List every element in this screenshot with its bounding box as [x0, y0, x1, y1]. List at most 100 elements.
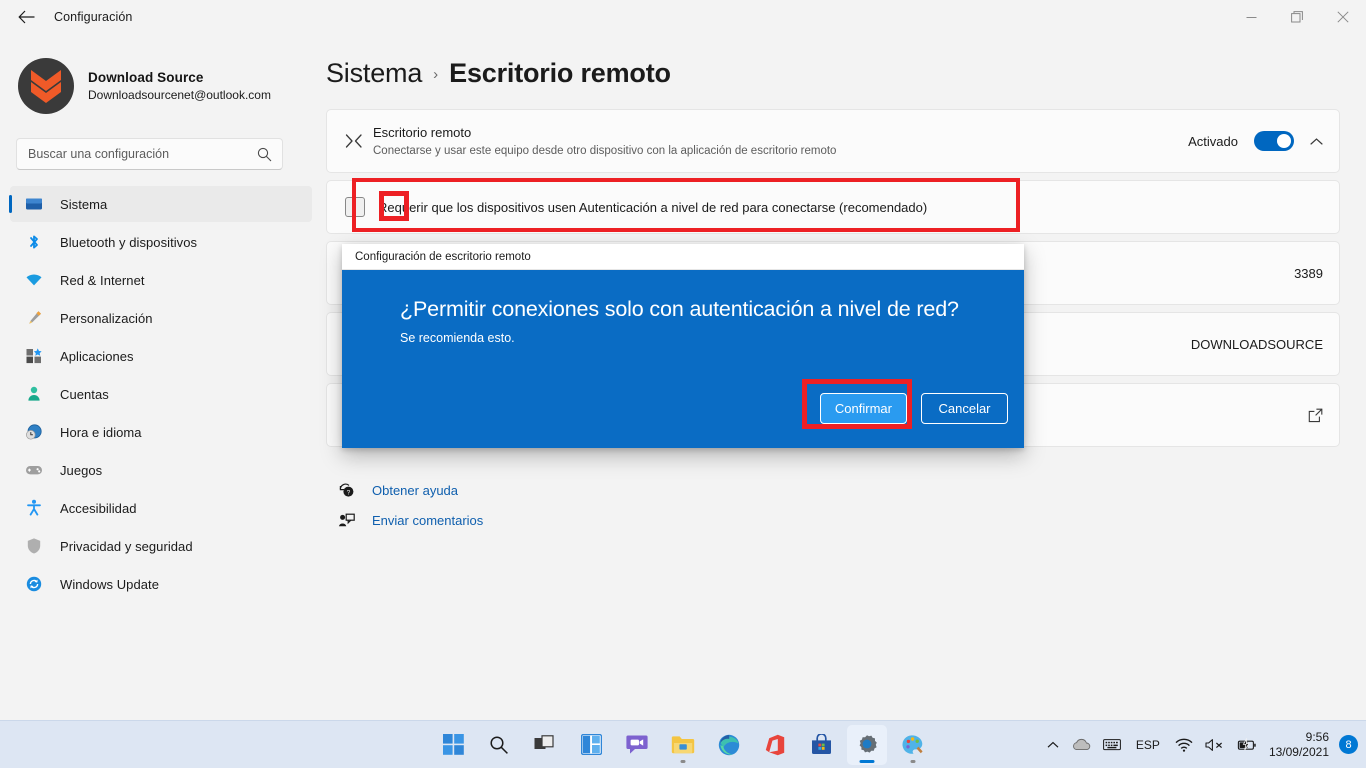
store-icon	[811, 734, 831, 754]
battery-charging-icon	[1237, 737, 1256, 750]
window-controls	[1228, 0, 1366, 34]
bluetooth-icon	[24, 232, 44, 252]
task-view-icon	[534, 734, 554, 749]
taskbar-widgets-button[interactable]	[571, 725, 611, 765]
tray-clock[interactable]: 9:56 13/09/2021	[1263, 730, 1337, 760]
sidebar-item-windows-update[interactable]: Windows Update	[10, 566, 312, 602]
taskbar-items	[433, 724, 933, 765]
sidebar-item-label: Hora e idioma	[60, 424, 142, 440]
sidebar-item-juegos[interactable]: Juegos	[10, 452, 312, 488]
chat-icon	[626, 735, 648, 754]
windows-logo-icon	[442, 734, 464, 755]
notification-badge[interactable]: 8	[1339, 735, 1358, 754]
chevron-up-icon[interactable]	[1310, 137, 1323, 146]
feedback-icon	[334, 512, 358, 529]
dialog-message: Se recomienda esto.	[400, 331, 515, 345]
cancel-button[interactable]: Cancelar	[921, 393, 1008, 424]
sidebar-item-personalizacion[interactable]: Personalización	[10, 300, 312, 336]
tray-keyboard-button[interactable]	[1097, 727, 1127, 763]
monitor-icon	[24, 194, 44, 214]
taskbar-office-button[interactable]	[755, 725, 795, 765]
taskbar-start-button[interactable]	[433, 725, 473, 765]
send-feedback-link[interactable]: Enviar comentarios	[334, 505, 1340, 535]
pc-name-value: DOWNLOADSOURCE	[1190, 336, 1323, 352]
open-external-icon[interactable]	[1308, 408, 1323, 423]
taskbar-edge-button[interactable]	[709, 725, 749, 765]
sidebar-item-red-internet[interactable]: Red & Internet	[10, 262, 312, 298]
widgets-icon	[580, 734, 602, 755]
office-icon	[765, 734, 785, 755]
sidebar-item-label: Windows Update	[60, 576, 159, 592]
profile-name: Download Source	[88, 69, 204, 85]
dialog-body: ¿Permitir conexiones solo con autenticac…	[342, 270, 1024, 448]
close-button[interactable]	[1320, 0, 1366, 34]
system-tray: ESP 9:56 13/09/2021 8	[1040, 721, 1358, 768]
dialog-buttons: Confirmar Cancelar	[819, 393, 1008, 424]
remote-desktop-icon	[343, 132, 373, 150]
search-icon	[490, 735, 508, 754]
window-titlebar: Configuración	[0, 0, 1366, 34]
clock-globe-icon	[24, 422, 44, 442]
taskbar-chat-button[interactable]	[617, 725, 657, 765]
accessibility-icon	[24, 498, 44, 518]
volume-muted-icon	[1205, 738, 1222, 751]
paint-icon	[902, 734, 923, 754]
taskbar-paint-button[interactable]	[893, 725, 933, 765]
dialog-heading: ¿Permitir conexiones solo con autenticac…	[400, 297, 959, 321]
sidebar-item-aplicaciones[interactable]: Aplicaciones	[10, 338, 312, 374]
sidebar-item-sistema[interactable]: Sistema	[9, 186, 312, 222]
running-indicator	[910, 759, 916, 763]
taskbar-search-button[interactable]	[479, 725, 519, 765]
get-help-link[interactable]: ? Obtener ayuda	[334, 475, 1340, 505]
remote-desktop-confirm-dialog: Configuración de escritorio remoto ¿Perm…	[342, 244, 1024, 448]
profile-email: Downloadsourcenet@outlook.com	[88, 87, 271, 102]
remote-desktop-toggle[interactable]	[1254, 131, 1294, 151]
maximize-button[interactable]	[1274, 0, 1320, 34]
tray-wifi-button[interactable]	[1169, 727, 1199, 763]
search-box[interactable]	[16, 138, 283, 170]
nla-checkbox[interactable]	[345, 197, 365, 217]
page-title: Escritorio remoto	[449, 58, 671, 88]
tray-overflow-button[interactable]	[1040, 727, 1066, 763]
wifi-icon	[1175, 738, 1193, 752]
nla-checkbox-label: Requerir que los dispositivos usen Auten…	[378, 199, 928, 215]
breadcrumb-root[interactable]: Sistema	[326, 58, 422, 89]
tray-language-button[interactable]: ESP	[1127, 738, 1169, 752]
sidebar-item-accesibilidad[interactable]: Accesibilidad	[10, 490, 312, 526]
tray-battery-button[interactable]	[1230, 727, 1263, 763]
back-button[interactable]	[7, 2, 45, 32]
edge-icon	[718, 734, 740, 755]
wifi-icon	[24, 270, 44, 290]
svg-text:?: ?	[346, 489, 350, 496]
sidebar-item-privacidad-y-seguridad[interactable]: Privacidad y seguridad	[10, 528, 312, 564]
sidebar-item-bluetooth-y-dispositivos[interactable]: Bluetooth y dispositivos	[10, 224, 312, 260]
search-input[interactable]	[28, 147, 243, 161]
profile-card[interactable]: Download Source Downloadsourcenet@outloo…	[18, 58, 320, 114]
file-explorer-icon	[671, 735, 695, 753]
tray-onedrive-button[interactable]	[1066, 727, 1097, 763]
confirm-button[interactable]: Confirmar	[819, 393, 907, 424]
sidebar: Download Source Downloadsourcenet@outloo…	[0, 34, 320, 720]
minimize-button[interactable]	[1228, 0, 1274, 34]
breadcrumb: Sistema › Escritorio remoto	[326, 58, 1366, 89]
dialog-title: Configuración de escritorio remoto	[355, 250, 531, 263]
settings-window: Configuración Download Source Downloadso…	[0, 0, 1366, 768]
nla-card: Requerir que los dispositivos usen Auten…	[326, 180, 1340, 234]
sidebar-item-cuentas[interactable]: Cuentas	[10, 376, 312, 412]
running-indicator	[680, 759, 686, 763]
remote-desktop-row[interactable]: Escritorio remoto Conectarse y usar este…	[327, 110, 1339, 172]
keyboard-icon	[1103, 739, 1121, 751]
avatar	[18, 58, 74, 114]
remote-desktop-port-value: 3389	[1294, 265, 1323, 281]
support-links: ? Obtener ayuda Enviar comentarios	[334, 475, 1340, 535]
sidebar-item-hora-e-idioma[interactable]: Hora e idioma	[10, 414, 312, 450]
taskbar-store-button[interactable]	[801, 725, 841, 765]
shield-icon	[24, 536, 44, 556]
taskbar-settings-button[interactable]	[847, 724, 887, 765]
taskbar-task-view-button[interactable]	[525, 725, 565, 765]
sidebar-item-label: Sistema	[60, 196, 108, 212]
taskbar-file-explorer-button[interactable]	[663, 725, 703, 765]
taskbar: ESP 9:56 13/09/2021 8	[0, 720, 1366, 768]
tray-volume-button[interactable]	[1199, 727, 1230, 763]
nla-checkbox-row[interactable]: Requerir que los dispositivos usen Auten…	[327, 181, 1339, 233]
